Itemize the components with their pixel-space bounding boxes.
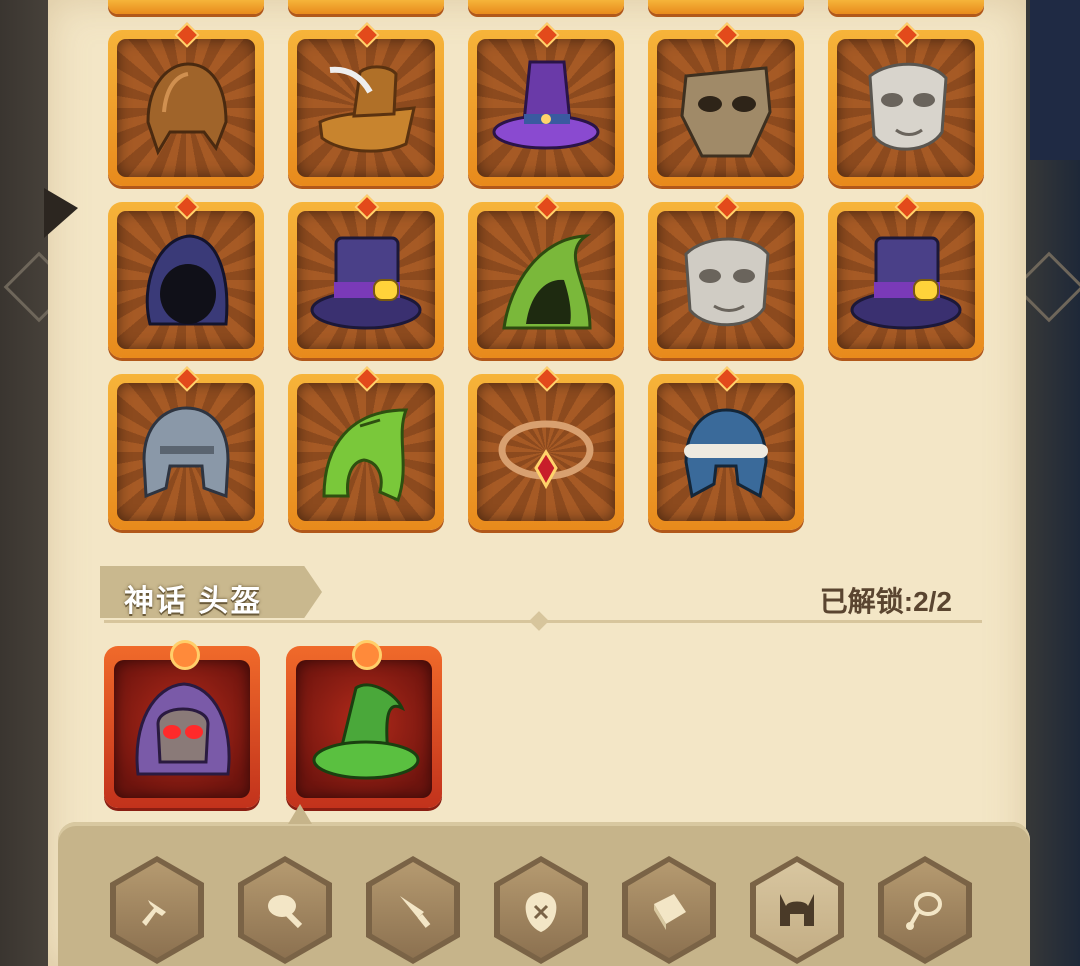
- rarity-gem-icon: [354, 22, 380, 48]
- leather-cap-icon: [146, 62, 228, 156]
- shield-tab-icon: [525, 892, 557, 932]
- section-title: 神话 头盔: [124, 585, 263, 618]
- iron-helmet-icon: [142, 406, 230, 499]
- rarity-gem-icon: [714, 194, 740, 220]
- mythic-crown-icon: [170, 640, 200, 670]
- helmet-tile-partial[interactable]: [828, 0, 984, 14]
- purple-witch-hat-icon: [492, 60, 600, 150]
- necklace-tab-icon: [906, 892, 942, 930]
- helmet-tile[interactable]: [288, 194, 444, 358]
- rarity-gem-icon: [174, 22, 200, 48]
- mythic-crown-icon: [352, 640, 382, 670]
- rarity-gem-icon: [174, 194, 200, 220]
- bone-mask-helm-icon: [680, 66, 772, 158]
- green-hood-icon: [502, 234, 592, 330]
- rarity-gem-icon: [894, 194, 920, 220]
- rarity-gem-icon: [354, 194, 380, 220]
- helmet-tile[interactable]: [288, 366, 444, 530]
- dagger-tab-icon: [400, 896, 431, 928]
- silver-face-mask-icon: [684, 237, 770, 327]
- helmet-tile[interactable]: [108, 366, 264, 530]
- rarity-gem-icon: [534, 22, 560, 48]
- rarity-gem-icon: [174, 366, 200, 392]
- helmet-tab-icon: [780, 894, 814, 926]
- helmet-tile-partial[interactable]: [648, 0, 804, 14]
- rarity-gem-icon: [534, 194, 560, 220]
- fur-trim-helmet-icon: [684, 408, 768, 499]
- meat-tab-icon: [268, 895, 303, 929]
- helmet-tile-partial[interactable]: [288, 0, 444, 14]
- feathered-hat-icon: [318, 65, 416, 153]
- helmet-tile[interactable]: [828, 22, 984, 186]
- helmet-tile[interactable]: [108, 194, 264, 358]
- helmet-tile[interactable]: [468, 366, 624, 530]
- rarity-gem-icon: [714, 366, 740, 392]
- sword-tab-icon: [142, 900, 166, 926]
- helmet-tile[interactable]: [468, 194, 624, 358]
- ruby-circlet-icon: [498, 420, 594, 490]
- mythic-helmet-tile[interactable]: [286, 640, 442, 808]
- helmet-tile[interactable]: [108, 22, 264, 186]
- dark-hood-icon: [145, 234, 229, 326]
- helmet-tile[interactable]: [468, 22, 624, 186]
- green-wizard-hat-icon: [312, 683, 420, 780]
- rarity-gem-icon: [534, 366, 560, 392]
- green-leaf-hood-icon: [322, 408, 409, 503]
- helmet-tile[interactable]: [828, 194, 984, 358]
- unlock-status: 已解锁:2/2: [819, 586, 952, 617]
- silver-mask-icon: [868, 62, 948, 151]
- rarity-gem-icon: [714, 22, 740, 48]
- purple-top-hat-icon: [850, 236, 962, 330]
- rarity-gem-icon: [894, 22, 920, 48]
- helmet-tile[interactable]: [648, 366, 804, 530]
- skull-hood-icon: [135, 682, 231, 776]
- mythic-section-tag: 神话 头盔: [100, 566, 322, 618]
- helmet-tile-partial[interactable]: [468, 0, 624, 14]
- purple-top-hat-icon: [310, 236, 422, 330]
- helmet-tile[interactable]: [648, 194, 804, 358]
- mythic-helmet-tile[interactable]: [104, 640, 260, 808]
- book-tab-icon: [654, 894, 686, 930]
- helmet-tile[interactable]: [648, 22, 804, 186]
- helmet-tile[interactable]: [288, 22, 444, 186]
- rarity-gem-icon: [354, 366, 380, 392]
- helmet-tile-partial[interactable]: [108, 0, 264, 14]
